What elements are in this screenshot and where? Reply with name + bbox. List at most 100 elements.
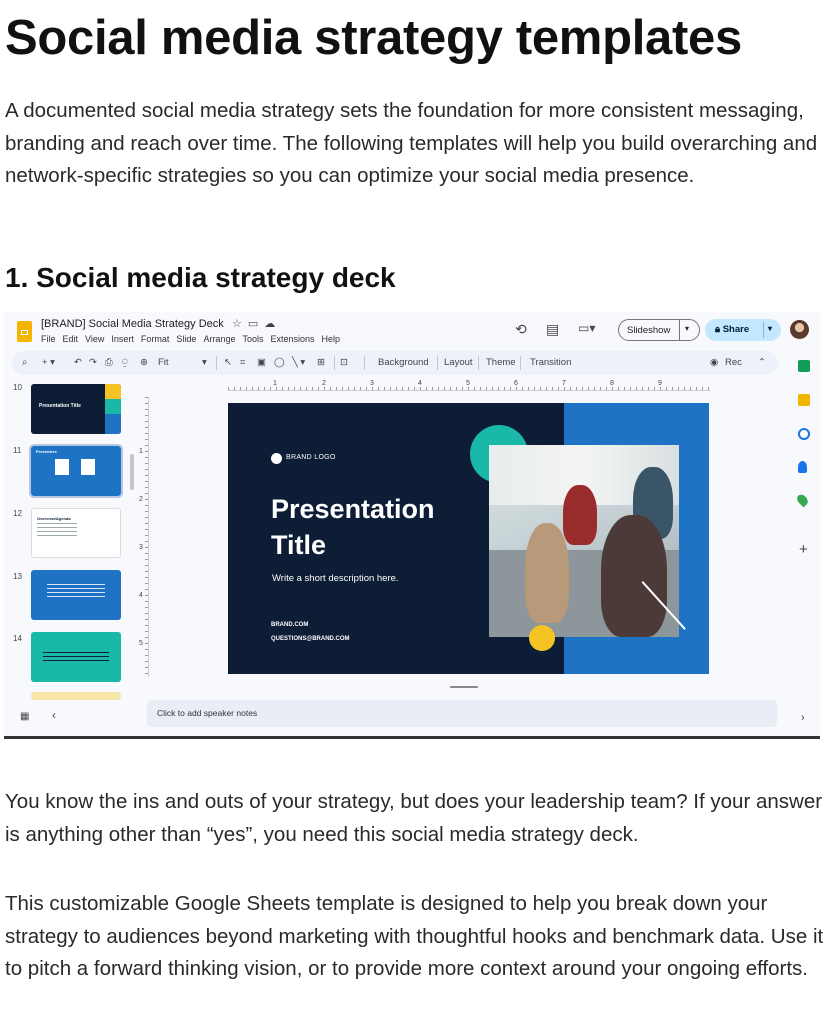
side-panel-bar: +: [790, 352, 818, 732]
slide-number: 14: [13, 634, 22, 643]
history-icon[interactable]: ⟲: [515, 321, 527, 338]
menu-insert[interactable]: Insert: [111, 334, 134, 344]
contacts-icon[interactable]: [798, 461, 807, 473]
presenter-photo: [55, 459, 69, 475]
search-icon[interactable]: ⌕: [22, 357, 27, 368]
presenter-photo: [81, 459, 95, 475]
slideshow-button[interactable]: Slideshow ▾: [618, 319, 700, 341]
menu-help[interactable]: Help: [322, 334, 341, 344]
slide-thumb-13[interactable]: [31, 570, 121, 620]
slides-screenshot: [BRAND] Social Media Strategy Deck ☆▭☁ F…: [4, 312, 820, 739]
ruler-label: 3: [370, 380, 374, 387]
layout-button[interactable]: Layout: [444, 357, 473, 368]
slide-thumb-14[interactable]: [31, 632, 121, 682]
maps-icon[interactable]: [795, 492, 810, 508]
line-icon[interactable]: ╲ ▾: [292, 357, 305, 368]
ruler-label: 7: [562, 380, 566, 387]
menu-file[interactable]: File: [41, 334, 56, 344]
menu-arrange[interactable]: Arrange: [203, 334, 235, 344]
paragraph-template: This customizable Google Sheets template…: [5, 892, 824, 980]
slide-thumb-10[interactable]: Presentation Title: [31, 384, 121, 434]
speaker-notes[interactable]: Click to add speaker notes: [147, 700, 777, 727]
ruler-label: 3: [139, 544, 143, 551]
select-icon[interactable]: ↖: [224, 357, 232, 368]
keep-icon[interactable]: [798, 394, 810, 406]
image-icon[interactable]: ▣: [257, 357, 266, 368]
divider: [437, 356, 438, 370]
record-icon[interactable]: ◉: [710, 357, 718, 368]
zoom-select[interactable]: Fit: [158, 357, 169, 368]
divider: [216, 356, 217, 370]
slide-thumb-12[interactable]: Overview/Agenda: [31, 508, 121, 558]
filmstrip-scrollbar[interactable]: [130, 454, 134, 490]
add-addon-icon[interactable]: +: [799, 541, 808, 558]
slide-canvas[interactable]: BRAND LOGO Presentation Title Write a sh…: [228, 403, 709, 674]
filmstrip: 10 Presentation Title 11 Presenters 12 O…: [4, 379, 134, 709]
slide-number: 13: [13, 572, 22, 581]
menu-tools[interactable]: Tools: [242, 334, 263, 344]
chevron-right-icon[interactable]: ›: [801, 712, 805, 724]
slide-description[interactable]: Write a short description here.: [272, 573, 399, 584]
divider: [679, 320, 680, 340]
slide-thumb-15[interactable]: [31, 692, 121, 700]
chevron-down-icon[interactable]: ▾: [202, 357, 207, 368]
thumb-title: Presentation Title: [39, 403, 81, 409]
divider: [763, 322, 764, 338]
ruler-label: 6: [514, 380, 518, 387]
thumb-text-lines: [47, 584, 105, 600]
comment-add-icon[interactable]: ⊞: [317, 357, 325, 368]
collapse-toolbar-icon[interactable]: ⌃: [758, 357, 766, 368]
tasks-icon[interactable]: [798, 428, 810, 440]
frame-icon[interactable]: ⌗: [240, 357, 245, 368]
undo-icon[interactable]: ↶: [74, 357, 82, 368]
ruler-label: 8: [610, 380, 614, 387]
slide-title[interactable]: Presentation Title: [271, 491, 471, 563]
shape-icon[interactable]: ◯: [274, 357, 285, 368]
comments-icon[interactable]: ▤: [546, 321, 559, 338]
menu-extensions[interactable]: Extensions: [270, 334, 314, 344]
menu-slide[interactable]: Slide: [176, 334, 196, 344]
notes-resize-handle[interactable]: [450, 686, 478, 688]
chevron-down-icon[interactable]: ▾: [768, 324, 772, 333]
menu-edit[interactable]: Edit: [63, 334, 79, 344]
print-icon[interactable]: ⎙: [105, 357, 113, 368]
zoom-icon[interactable]: ⊕: [140, 357, 148, 368]
slide-thumb-11[interactable]: Presenters: [29, 444, 123, 498]
brand-logo-text: BRAND LOGO: [286, 454, 336, 461]
avatar[interactable]: [790, 320, 809, 339]
background-button[interactable]: Background: [378, 357, 429, 368]
chevron-left-icon[interactable]: ‹: [52, 708, 56, 722]
share-button[interactable]: 🔒︎ Share ▾: [705, 319, 781, 341]
divider: [478, 356, 479, 370]
team-photo: [489, 445, 679, 637]
grid-view-icon[interactable]: ▦: [20, 711, 29, 722]
google-slides-logo-icon[interactable]: [17, 321, 32, 342]
slideshow-label: Slideshow: [627, 325, 671, 336]
meet-icon[interactable]: ▭▾: [578, 321, 595, 335]
slide-number: 12: [13, 509, 22, 518]
menu-view[interactable]: View: [85, 334, 104, 344]
rec-button[interactable]: Rec: [725, 357, 742, 368]
person: [525, 523, 569, 623]
ruler-label: 1: [139, 448, 143, 455]
insert-comment-icon[interactable]: ⊡: [340, 357, 348, 368]
menu-format[interactable]: Format: [141, 334, 170, 344]
transition-button[interactable]: Transition: [530, 357, 571, 368]
title-bar: [BRAND] Social Media Strategy Deck ☆▭☁ F…: [4, 312, 820, 354]
star-icon[interactable]: ☆: [232, 318, 248, 330]
new-slide-icon[interactable]: + ▾: [42, 357, 55, 368]
redo-icon[interactable]: ↷: [89, 357, 97, 368]
divider: [364, 356, 365, 370]
person: [563, 485, 597, 545]
move-folder-icon[interactable]: ▭: [248, 318, 264, 330]
chevron-down-icon[interactable]: ▾: [685, 324, 689, 333]
paint-format-icon[interactable]: ⍜: [122, 357, 128, 368]
thumb-text-lines: [37, 523, 77, 539]
ruler-label: 2: [139, 496, 143, 503]
title-actions: ☆▭☁: [232, 317, 281, 330]
theme-button[interactable]: Theme: [486, 357, 516, 368]
document-title[interactable]: [BRAND] Social Media Strategy Deck: [41, 318, 224, 330]
cloud-status-icon[interactable]: ☁: [264, 318, 281, 330]
speaker-notes-placeholder: Click to add speaker notes: [157, 708, 258, 718]
sheets-icon[interactable]: [798, 360, 810, 372]
